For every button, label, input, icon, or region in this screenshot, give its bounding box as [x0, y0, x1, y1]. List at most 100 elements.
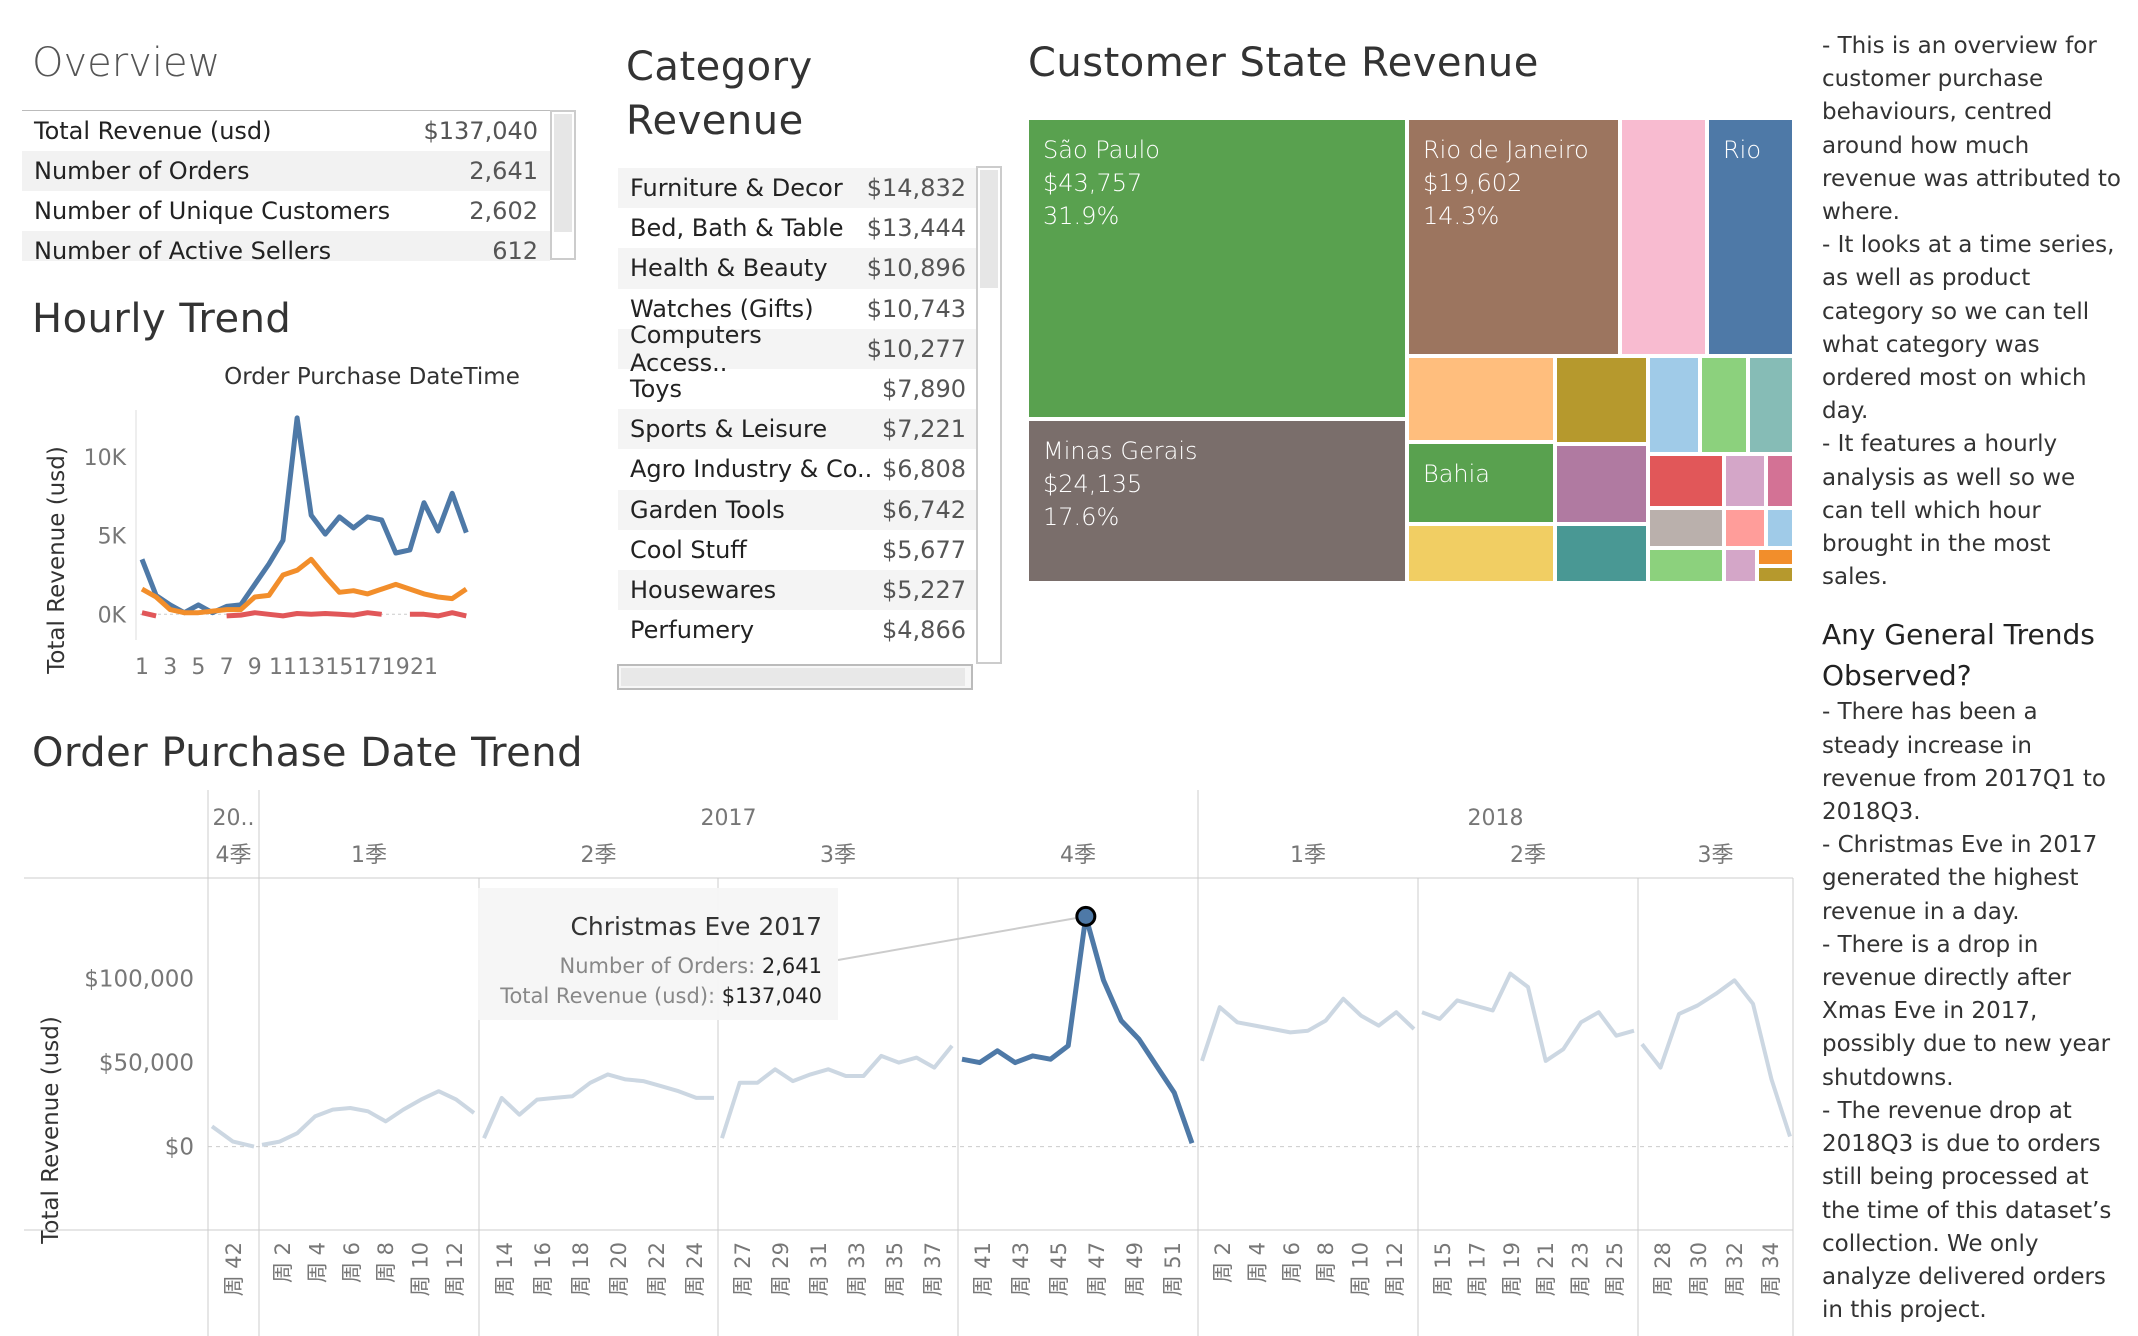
tile-minas-gerais[interactable]: Minas Gerais $24,135 17.6%: [1027, 419, 1407, 583]
category-value: $4,866: [882, 616, 966, 645]
tile-state[interactable]: [1724, 508, 1766, 548]
trend-y-tick: $0: [165, 1135, 194, 1161]
notes-paragraph: - It features a hourly analysis as well …: [1822, 431, 2076, 591]
kpi-row[interactable]: Number of Orders 2,641: [22, 151, 550, 191]
category-row[interactable]: Computers Access.. $10,277: [618, 321, 978, 377]
category-label: Housewares: [630, 575, 777, 604]
kpi-label: Number of Unique Customers: [34, 197, 391, 225]
category-row[interactable]: Agro Industry & Co.. $6,808: [618, 449, 978, 489]
trend-x-tick: 周 6: [340, 1242, 364, 1283]
tile-state[interactable]: [1555, 444, 1648, 524]
tile-state[interactable]: [1748, 356, 1794, 454]
tile-state[interactable]: [1724, 454, 1766, 508]
scrollbar-thumb[interactable]: [980, 170, 998, 288]
tile-state[interactable]: [1555, 356, 1648, 444]
hourly-series-line[interactable]: [140, 556, 468, 616]
trend-x-tick: 周 8: [374, 1242, 398, 1283]
category-row[interactable]: Cool Stuff $5,677: [618, 530, 978, 570]
tile-bahia[interactable]: Bahia: [1407, 442, 1555, 524]
trend-x-tick: 周 17: [1465, 1242, 1489, 1296]
scrollbar-thumb[interactable]: [621, 668, 965, 686]
tile-label: Minas Gerais $24,135 17.6%: [1043, 435, 1198, 534]
tile-sao-paulo[interactable]: São Paulo $43,757 31.9%: [1027, 118, 1407, 419]
tile-state[interactable]: [1648, 454, 1724, 508]
scrollbar-thumb[interactable]: [554, 114, 572, 232]
trend-x-tick: 周 10: [409, 1242, 433, 1296]
hourly-series-line[interactable]: [141, 610, 157, 619]
trend-x-tick: 周 2: [1211, 1242, 1235, 1283]
trend-quarter-label: 1季: [351, 843, 387, 868]
category-label: Bed, Bath & Table: [630, 214, 844, 243]
overview-scrollbar[interactable]: [550, 110, 576, 260]
trend-quarter-label: 3季: [820, 843, 856, 868]
trend-year-label: 2018: [1468, 806, 1524, 831]
hourly-series-line[interactable]: [139, 415, 469, 616]
category-title-line2: Revenue: [626, 98, 804, 144]
trend-series-line[interactable]: [482, 1072, 714, 1140]
trend-series-line[interactable]: [1640, 978, 1792, 1138]
category-row[interactable]: Garden Tools $6,742: [618, 489, 978, 530]
tile-state[interactable]: [1648, 548, 1724, 583]
tile-state[interactable]: [1766, 508, 1794, 548]
category-row[interactable]: Bed, Bath & Table $13,444: [618, 208, 978, 248]
tile-state[interactable]: [1724, 548, 1757, 583]
trend-x-tick: 周 15: [1431, 1242, 1455, 1296]
trend-x-tick: 周 47: [1085, 1242, 1109, 1296]
tile-state[interactable]: [1700, 356, 1748, 454]
trend-x-tick: 周 45: [1047, 1242, 1071, 1296]
trend-series-line[interactable]: [210, 1124, 255, 1149]
trend-series-line[interactable]: [1200, 996, 1416, 1062]
trend-series-line[interactable]: [261, 1089, 476, 1147]
category-row[interactable]: Perfumery $4,866: [618, 610, 978, 650]
trend-title: Order Purchase Date Trend: [32, 730, 584, 776]
category-vscrollbar[interactable]: [976, 166, 1002, 664]
trend-series-line[interactable]: [1421, 971, 1635, 1063]
trend-x-tick: 周 12: [443, 1242, 467, 1296]
trend-x-tick: 周 10: [1349, 1242, 1373, 1296]
category-label: Perfumery: [630, 616, 755, 645]
tile-state[interactable]: [1648, 508, 1724, 548]
tile-state[interactable]: [1555, 524, 1648, 583]
tile-state[interactable]: [1757, 566, 1794, 583]
tile-state[interactable]: [1766, 454, 1794, 508]
tooltip-revenue-value: $137,040: [721, 984, 822, 1008]
category-row[interactable]: Health & Beauty $10,896: [618, 248, 978, 289]
notes-heading: Any General Trends Observed?: [1822, 618, 2095, 693]
kpi-row[interactable]: Number of Unique Customers 2,602: [22, 191, 550, 231]
tile-revenue: $43,757: [1043, 169, 1143, 197]
tooltip-revenue: Total Revenue (usd): $137,040: [500, 984, 822, 1008]
hourly-x-tick: 11: [269, 655, 297, 680]
trend-x-tick: 周 20: [607, 1242, 631, 1296]
category-label: Toys: [630, 375, 682, 404]
tile-state[interactable]: [1407, 524, 1555, 583]
trend-highlight-line[interactable]: [961, 913, 1195, 1145]
category-hscrollbar[interactable]: [617, 664, 973, 690]
category-value: $6,808: [882, 455, 966, 484]
trend-series-line[interactable]: [720, 1044, 954, 1139]
trend-x-tick: 周 49: [1123, 1242, 1147, 1296]
trend-x-tick: 周 19: [1500, 1242, 1524, 1296]
tile-state[interactable]: [1620, 118, 1707, 356]
tile-state[interactable]: [1407, 356, 1555, 442]
hourly-y-tick: 0K: [98, 603, 127, 628]
tile-rio[interactable]: Rio: [1707, 118, 1794, 356]
trend-x-tick: 周 30: [1687, 1242, 1711, 1296]
tile-rio-de-janeiro[interactable]: Rio de Janeiro $19,602 14.3%: [1407, 118, 1620, 356]
christmas-eve-marker[interactable]: [1075, 905, 1097, 927]
trend-quarter-label: 2季: [1510, 843, 1546, 868]
kpi-row[interactable]: Number of Active Sellers 612: [22, 231, 550, 261]
tile-state[interactable]: [1648, 356, 1700, 454]
hourly-series-line[interactable]: [226, 610, 382, 619]
christmas-eve-tooltip: Christmas Eve 2017 Number of Orders: 2,6…: [478, 888, 838, 1020]
kpi-label: Number of Orders: [34, 157, 250, 185]
hourly-y-axis-label: Total Revenue (usd): [44, 446, 70, 675]
category-row[interactable]: Housewares $5,227: [618, 569, 978, 611]
kpi-row[interactable]: Total Revenue (usd) $137,040: [22, 111, 550, 151]
category-label: Watches (Gifts): [630, 294, 814, 323]
category-row[interactable]: Furniture & Decor $14,832: [618, 168, 978, 209]
hourly-series-line[interactable]: [409, 610, 467, 619]
tile-state[interactable]: [1757, 548, 1794, 566]
state-title: Customer State Revenue: [1028, 40, 1539, 86]
category-row[interactable]: Sports & Leisure $7,221: [618, 409, 978, 450]
tooltip-orders-value: 2,641: [761, 954, 822, 978]
